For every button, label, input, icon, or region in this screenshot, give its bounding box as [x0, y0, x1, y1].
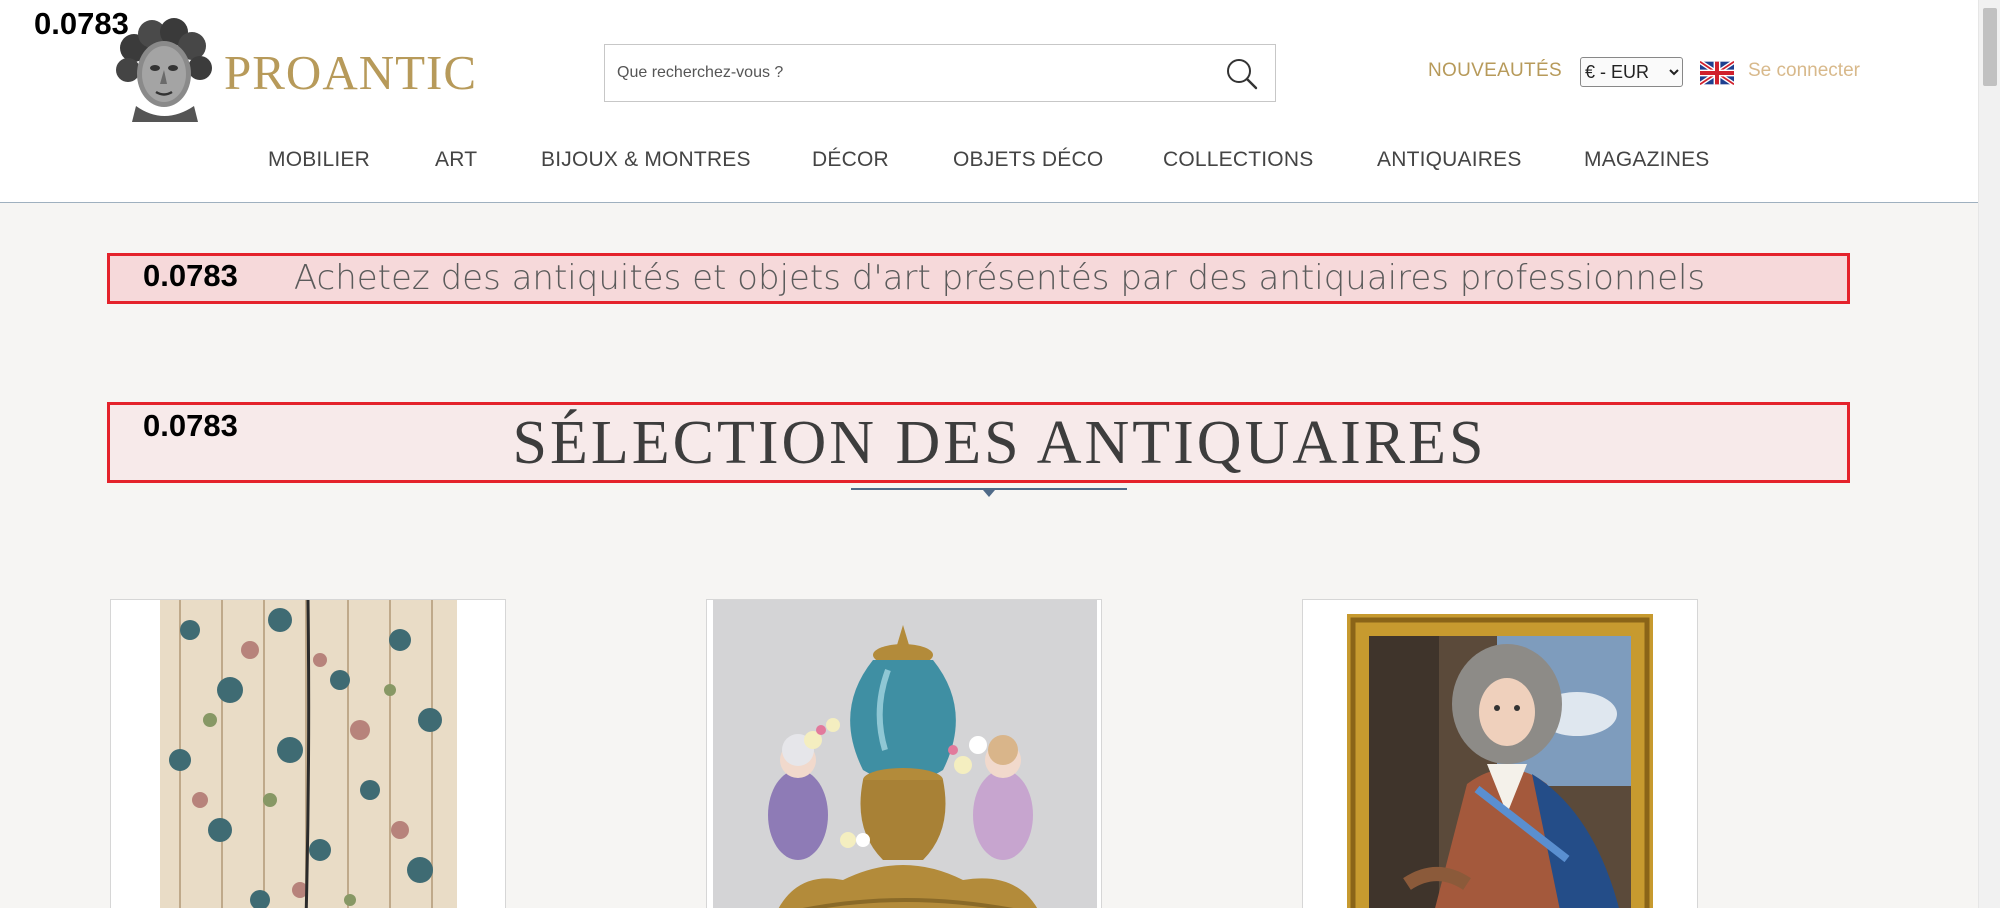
corner-score-label: 0.0783: [34, 6, 129, 41]
product-card[interactable]: [110, 599, 506, 908]
nav-item-antiquaires[interactable]: ANTIQUAIRES: [1377, 148, 1522, 172]
section-title: SÉLECTION DES ANTIQUAIRES: [512, 409, 1487, 477]
scrollbar-thumb[interactable]: [1983, 8, 1997, 86]
nav-item-mobilier[interactable]: MOBILIER: [268, 148, 370, 172]
search-input[interactable]: [605, 45, 1205, 101]
title-caret-icon: [983, 490, 995, 497]
tagline-score-label: 0.0783: [143, 258, 238, 293]
search-icon[interactable]: [1223, 55, 1261, 93]
tagline-text: Achetez des antiquités et objets d'art p…: [293, 258, 1706, 298]
main-nav: MOBILIER ART BIJOUX & MONTRES DÉCOR OBJE…: [0, 148, 1978, 180]
page-scrollbar[interactable]: [1978, 0, 2000, 908]
portrait-painting-image[interactable]: [1347, 614, 1653, 908]
nav-item-bijoux-montres[interactable]: BIJOUX & MONTRES: [541, 148, 751, 172]
porcelain-urn-image[interactable]: [713, 600, 1097, 908]
currency-select[interactable]: € - EUR: [1580, 57, 1683, 87]
section-score-label: 0.0783: [143, 408, 238, 443]
login-link[interactable]: Se connecter: [1748, 60, 1860, 82]
site-header: PROANTIC NOUVEAUTÉS € - EUR Se connecter…: [0, 0, 1978, 203]
floral-curtain-image[interactable]: [160, 600, 457, 908]
nav-item-objets-deco[interactable]: OBJETS DÉCO: [953, 148, 1103, 172]
nav-item-magazines[interactable]: MAGAZINES: [1584, 148, 1709, 172]
product-card[interactable]: [706, 599, 1102, 908]
logo-text[interactable]: PROANTIC: [224, 44, 477, 101]
section-title-banner: SÉLECTION DES ANTIQUAIRES: [107, 402, 1850, 483]
uk-flag-icon[interactable]: [1700, 61, 1734, 85]
nav-item-art[interactable]: ART: [435, 148, 477, 172]
nav-item-collections[interactable]: COLLECTIONS: [1163, 148, 1313, 172]
tagline-banner: Achetez des antiquités et objets d'art p…: [107, 253, 1850, 304]
nouveautes-link[interactable]: NOUVEAUTÉS: [1428, 60, 1562, 82]
nav-item-decor[interactable]: DÉCOR: [812, 148, 889, 172]
product-card[interactable]: [1302, 599, 1698, 908]
search-bar[interactable]: [604, 44, 1276, 102]
